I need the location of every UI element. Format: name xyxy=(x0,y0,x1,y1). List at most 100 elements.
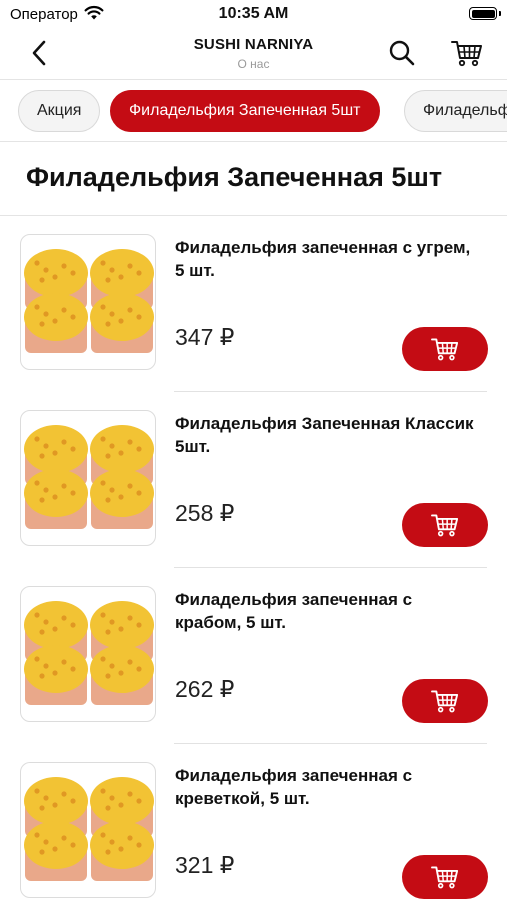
browned-spot xyxy=(34,436,40,442)
browned-spot xyxy=(118,670,124,676)
browned-spot xyxy=(100,304,106,310)
search-icon xyxy=(389,40,415,66)
browned-spot xyxy=(70,622,76,628)
clock: 10:35 AM xyxy=(218,5,289,22)
cheese-topping xyxy=(24,425,88,473)
add-to-cart-button[interactable] xyxy=(402,327,488,371)
browned-spot xyxy=(118,450,124,456)
cart-button[interactable] xyxy=(450,38,484,68)
browned-spot xyxy=(105,321,111,327)
browned-spot xyxy=(70,798,76,804)
product-price: 321 ₽ xyxy=(175,852,235,878)
product-name: Филадельфия запеченная с угрем, 5 шт. xyxy=(175,238,471,280)
browned-spot xyxy=(105,673,111,679)
browned-spot xyxy=(136,798,142,804)
browned-spot xyxy=(43,839,49,845)
cheese-topping xyxy=(90,293,154,341)
cheese-topping xyxy=(24,249,88,297)
cart-icon xyxy=(431,338,459,361)
browned-spot xyxy=(109,443,115,449)
product-item[interactable]: Филадельфия запеченная с креветкой, 5 шт… xyxy=(0,744,507,900)
browned-spot xyxy=(127,791,133,797)
cart-icon xyxy=(431,690,459,713)
cheese-topping xyxy=(90,249,154,297)
browned-spot xyxy=(109,487,115,493)
browned-spot xyxy=(100,612,106,618)
battery-tip xyxy=(498,11,501,16)
product-price: 262 ₽ xyxy=(175,676,235,702)
baked-sushi-illustration xyxy=(24,249,154,353)
browned-spot xyxy=(43,619,49,625)
cheese-topping xyxy=(24,293,88,341)
browned-spot xyxy=(100,260,106,266)
cart-icon xyxy=(451,41,482,67)
browned-spot xyxy=(109,311,115,317)
category-tabs: Акция Филадельфия Запеченная 5шт Филадел… xyxy=(0,80,507,142)
browned-spot xyxy=(118,318,124,324)
browned-spot xyxy=(127,439,133,445)
baked-sushi-illustration xyxy=(24,425,154,529)
cheese-topping xyxy=(90,645,154,693)
browned-spot xyxy=(118,626,124,632)
browned-spot xyxy=(70,842,76,848)
search-button[interactable] xyxy=(387,38,417,68)
browned-spot xyxy=(43,663,49,669)
browned-spot xyxy=(52,846,58,852)
browned-spot xyxy=(136,842,142,848)
tab-philadelphia-baked[interactable]: Филадельфия Запеченная 5шт xyxy=(110,90,380,132)
browned-spot xyxy=(105,629,111,635)
browned-spot xyxy=(109,619,115,625)
browned-spot xyxy=(100,436,106,442)
product-item[interactable]: Филадельфия Запеченная Классик 5шт. 258 … xyxy=(0,392,507,568)
browned-spot xyxy=(61,835,67,841)
tab-promo[interactable]: Акция xyxy=(18,90,101,132)
about-link[interactable]: О нас xyxy=(0,57,507,71)
browned-spot xyxy=(52,802,58,808)
cheese-topping xyxy=(90,821,154,869)
browned-spot xyxy=(39,805,45,811)
cheese-topping xyxy=(90,777,154,825)
status-bar: Оператор 10:35 AM xyxy=(0,0,507,28)
browned-spot xyxy=(118,274,124,280)
browned-spot xyxy=(61,439,67,445)
browned-spot xyxy=(34,304,40,310)
browned-spot xyxy=(61,659,67,665)
browned-spot xyxy=(136,666,142,672)
browned-spot xyxy=(52,670,58,676)
product-image xyxy=(20,586,156,722)
browned-spot xyxy=(70,446,76,452)
add-to-cart-button[interactable] xyxy=(402,503,488,547)
add-to-cart-button[interactable] xyxy=(402,855,488,899)
browned-spot xyxy=(100,480,106,486)
browned-spot xyxy=(127,615,133,621)
browned-spot xyxy=(105,497,111,503)
browned-spot xyxy=(39,673,45,679)
cart-icon xyxy=(431,514,459,537)
product-item[interactable]: Филадельфия запеченная с угрем, 5 шт. 34… xyxy=(0,216,507,392)
cheese-topping xyxy=(90,469,154,517)
tab-philadelphia[interactable]: Филадельфия xyxy=(404,90,507,132)
browned-spot xyxy=(105,453,111,459)
tab-label: Филадельфия xyxy=(423,102,507,119)
browned-spot xyxy=(52,274,58,280)
browned-spot xyxy=(118,846,124,852)
cheese-topping xyxy=(24,821,88,869)
cheese-topping xyxy=(24,601,88,649)
browned-spot xyxy=(127,835,133,841)
baked-sushi-illustration xyxy=(24,777,154,881)
browned-spot xyxy=(127,483,133,489)
add-to-cart-button[interactable] xyxy=(402,679,488,723)
browned-spot xyxy=(43,795,49,801)
browned-spot xyxy=(39,629,45,635)
product-item[interactable]: Филадельфия запеченная с крабом, 5 шт. 2… xyxy=(0,568,507,744)
browned-spot xyxy=(127,659,133,665)
browned-spot xyxy=(136,446,142,452)
cheese-topping xyxy=(90,425,154,473)
browned-spot xyxy=(100,656,106,662)
product-price: 347 ₽ xyxy=(175,324,235,350)
browned-spot xyxy=(109,663,115,669)
product-image xyxy=(20,234,156,370)
browned-spot xyxy=(61,791,67,797)
navigation-bar: SUSHI NARNIYA О нас xyxy=(0,28,507,80)
browned-spot xyxy=(105,805,111,811)
